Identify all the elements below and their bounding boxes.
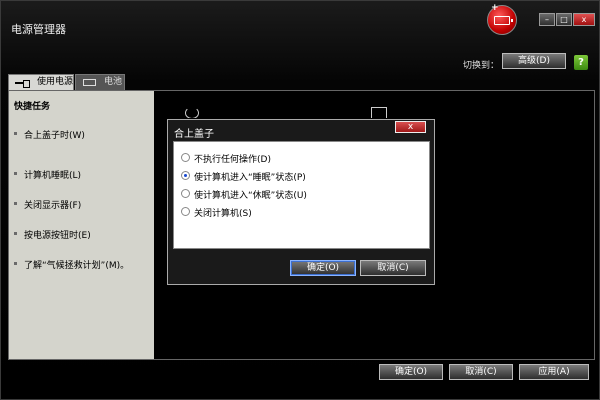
dialog-close-button[interactable]: x	[395, 121, 426, 133]
radio-button-selected[interactable]	[181, 171, 190, 180]
sidebar-heading: 快捷任务	[14, 102, 51, 112]
option-hibernate[interactable]: 使计算机进入“休眠”状态(U)	[181, 188, 307, 201]
radio-button[interactable]	[181, 189, 190, 198]
option-label: 关闭计算机(S)	[194, 209, 252, 219]
option-do-nothing[interactable]: 不执行任何操作(D)	[181, 152, 271, 165]
help-icon[interactable]: ?	[574, 55, 588, 70]
window-title: 电源管理器	[11, 23, 66, 36]
tab-label: 电池	[104, 77, 123, 87]
tab-use-power[interactable]: 使用电源	[8, 74, 74, 91]
close-button[interactable]: x	[573, 13, 595, 26]
sidebar-item-power-button[interactable]: 按电源按钮时(E)	[14, 228, 91, 241]
option-label: 不执行任何操作(D)	[194, 155, 271, 165]
battery-logo-icon: +	[487, 3, 517, 35]
apply-button[interactable]: 应用(A)	[519, 364, 589, 380]
maximize-button[interactable]: □	[556, 13, 572, 26]
cancel-button[interactable]: 取消(C)	[449, 364, 513, 380]
sidebar-item-display-off[interactable]: 关闭显示器(F)	[14, 198, 81, 211]
dialog-ok-button[interactable]: 确定(O)	[290, 260, 356, 276]
sidebar-item-sleep[interactable]: 计算机睡眠(L)	[14, 168, 81, 181]
option-label: 使计算机进入“睡眠”状态(P)	[194, 173, 306, 183]
sidebar-item-lid-close[interactable]: 合上盖子时(W)	[14, 128, 85, 141]
sidebar-item-climate-plan[interactable]: 了解“气候拯救计划”(M)。	[14, 258, 129, 271]
power-icon	[185, 107, 199, 119]
radio-button[interactable]	[181, 207, 190, 216]
minimize-button[interactable]: –	[539, 13, 555, 26]
advanced-button[interactable]: 高级(D)	[502, 53, 566, 69]
radio-button[interactable]	[181, 153, 190, 162]
battery-icon	[83, 79, 96, 86]
ok-button[interactable]: 确定(O)	[379, 364, 443, 380]
power-manager-window: 电源管理器 + – □ x 切换到： 高级(D) ? 使用电源 电池 快捷任务 …	[0, 0, 600, 400]
option-shutdown[interactable]: 关闭计算机(S)	[181, 206, 252, 219]
sidebar: 快捷任务 合上盖子时(W) 计算机睡眠(L) 关闭显示器(F) 按电源按钮时(E…	[9, 91, 154, 359]
option-label: 使计算机进入“休眠”状态(U)	[194, 191, 307, 201]
plug-icon	[15, 80, 31, 88]
dialog-title: 合上盖子	[174, 129, 214, 140]
dialog-cancel-button[interactable]: 取消(C)	[360, 260, 426, 276]
tab-label: 使用电源	[37, 77, 74, 87]
dialog-options-panel: 不执行任何操作(D) 使计算机进入“睡眠”状态(P) 使计算机进入“休眠”状态(…	[173, 141, 430, 249]
switch-to-label: 切换到：	[463, 61, 500, 71]
tab-battery[interactable]: 电池	[75, 74, 125, 91]
lid-close-dialog: 合上盖子 x 不执行任何操作(D) 使计算机进入“睡眠”状态(P) 使计算机进入…	[167, 119, 435, 285]
option-sleep[interactable]: 使计算机进入“睡眠”状态(P)	[181, 170, 306, 183]
